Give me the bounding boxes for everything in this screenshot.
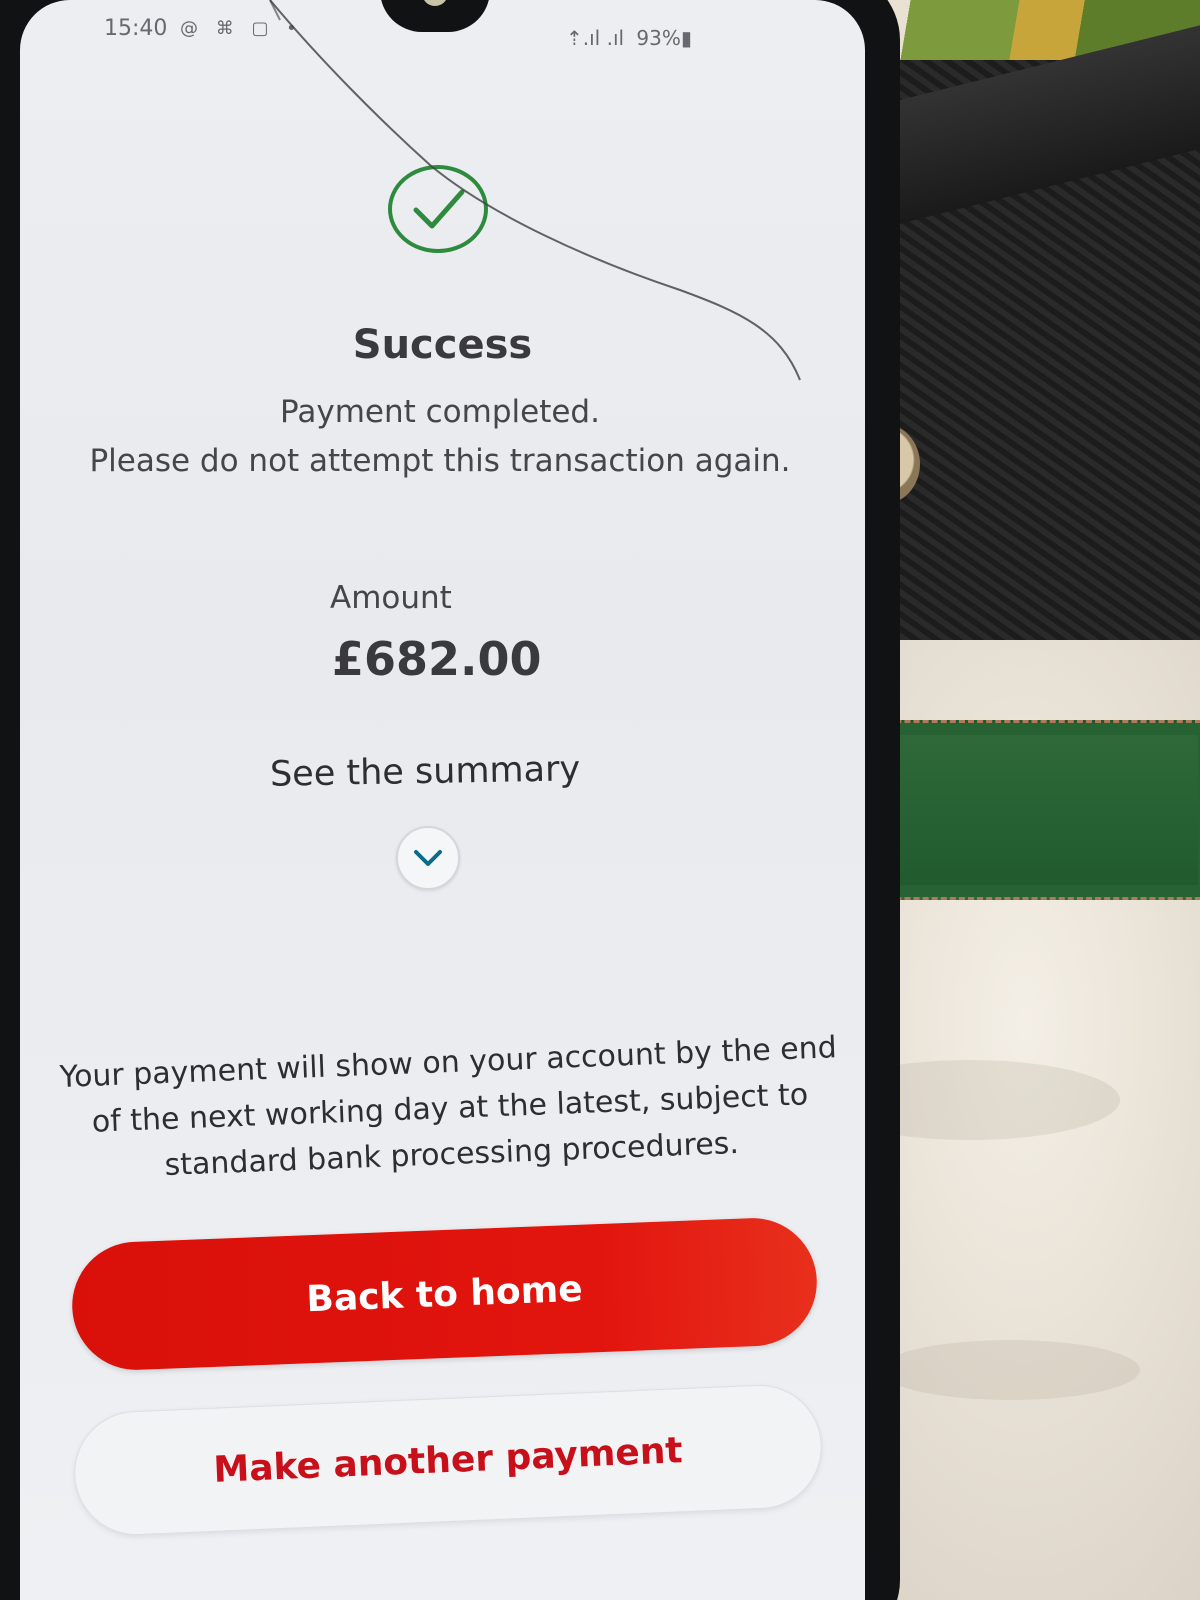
make-another-payment-button[interactable]: Make another payment xyxy=(71,1382,825,1538)
result-title: Success xyxy=(352,322,533,368)
chevron-down-icon xyxy=(414,850,442,866)
green-strap xyxy=(850,720,1200,900)
checkmark-circle-icon xyxy=(388,165,488,253)
status-notification-icons: @ ⌘ ▢ • xyxy=(180,18,303,39)
summary-expand-button[interactable] xyxy=(396,826,460,890)
status-system-icons: ⇡.ıl .ıl 93%▮ xyxy=(560,26,692,50)
amount-value: £682.00 xyxy=(332,632,542,686)
see-summary-link[interactable]: See the summary xyxy=(270,749,581,794)
status-time: 15:40 xyxy=(104,16,168,41)
back-to-home-button[interactable]: Back to home xyxy=(69,1215,820,1373)
phone-screen: 15:40 @ ⌘ ▢ • ⇡.ıl .ıl 93%▮ Success Paym… xyxy=(20,0,865,1600)
battery-indicator: 93%▮ xyxy=(636,26,692,50)
amount-label: Amount xyxy=(330,580,452,616)
processing-notice: Your payment will show on your account b… xyxy=(59,1030,838,1183)
result-message: Payment completed. Please do not attempt… xyxy=(89,394,791,479)
signal-icon: ⇡.ıl .ıl xyxy=(566,26,625,50)
